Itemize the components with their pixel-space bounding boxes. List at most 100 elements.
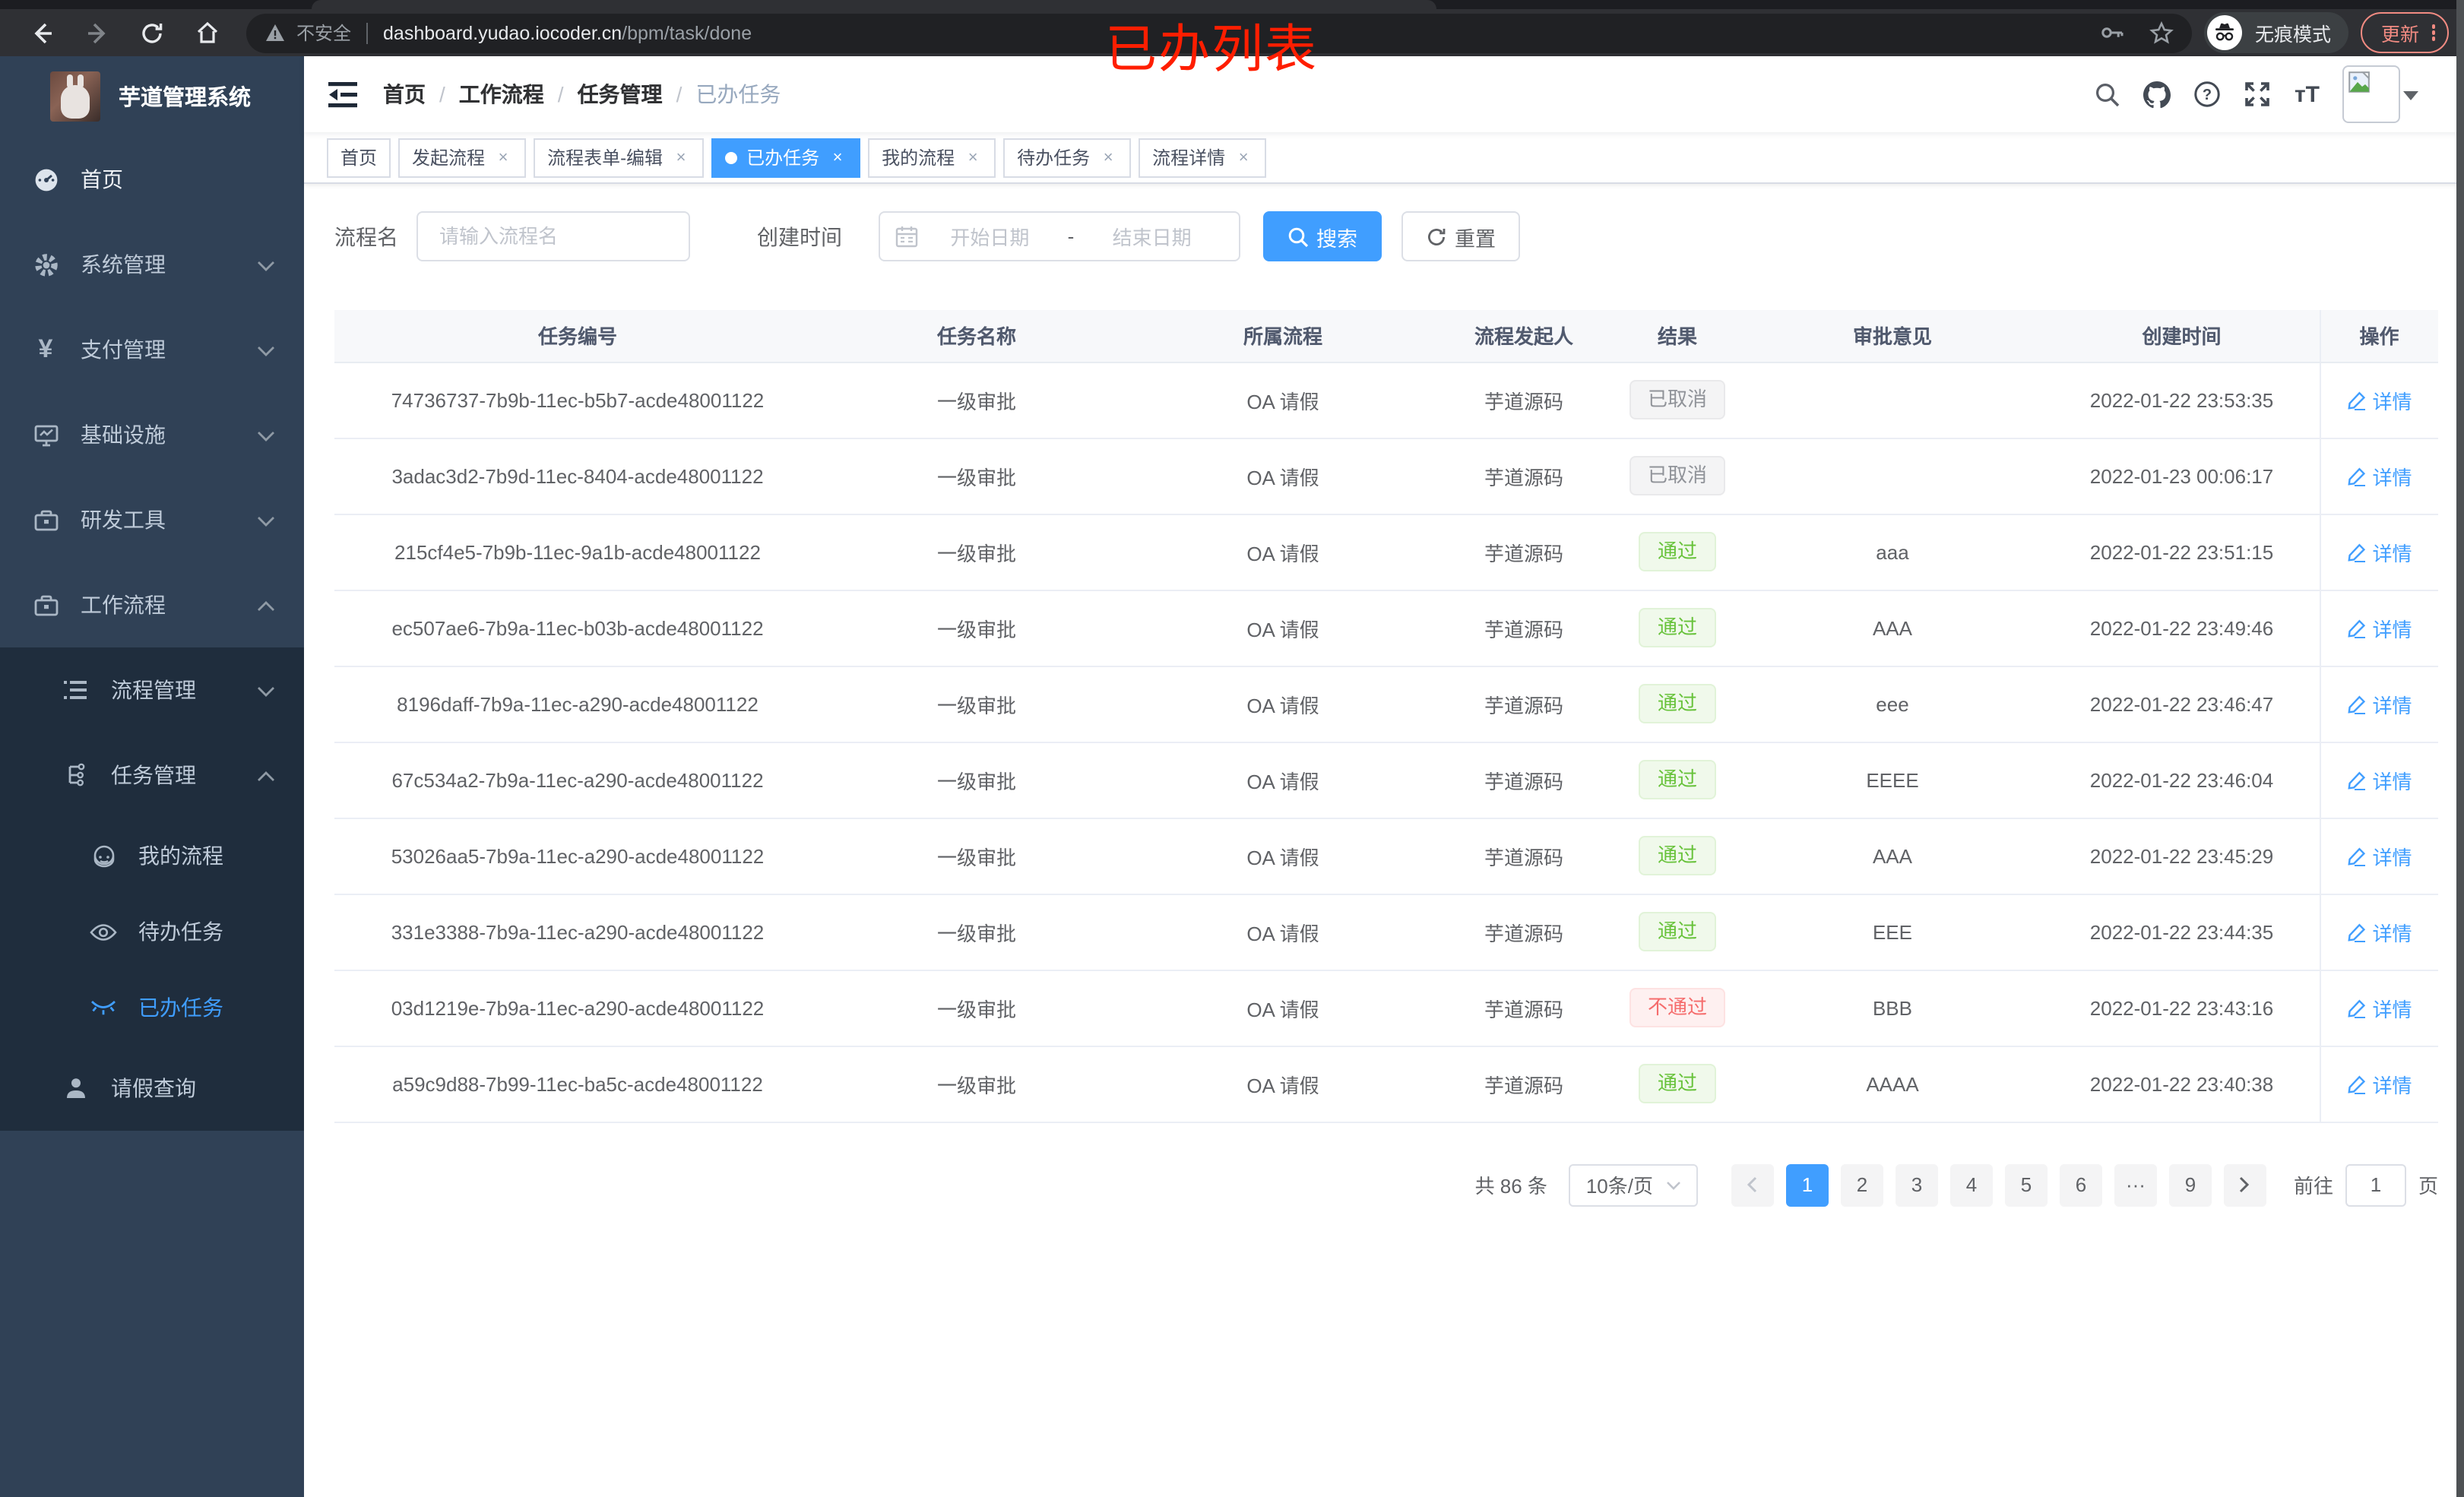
close-icon[interactable]: ×: [494, 148, 512, 166]
sidebar-item-workflow[interactable]: 工作流程: [0, 562, 304, 647]
close-icon[interactable]: ×: [964, 148, 982, 166]
sidebar-item-label: 支付管理: [81, 337, 166, 362]
chevron-up-icon: [257, 593, 275, 617]
detail-link[interactable]: 详情: [2346, 841, 2412, 870]
browser-menu-icon[interactable]: [2431, 24, 2435, 41]
end-date-placeholder[interactable]: 结束日期: [1080, 222, 1224, 251]
cell-result: 已取消: [1614, 362, 1740, 438]
cell-comment: BBB: [1740, 970, 2044, 1046]
goto-page-input[interactable]: [2345, 1163, 2406, 1206]
start-date-placeholder[interactable]: 开始日期: [918, 222, 1062, 251]
detail-link[interactable]: 详情: [2346, 917, 2412, 946]
tab-done-tasks[interactable]: 已办任务 ×: [711, 138, 861, 177]
close-icon[interactable]: ×: [1234, 148, 1253, 166]
col-actions: 操作: [2319, 310, 2438, 362]
sidebar-item-dev-tools[interactable]: 研发工具: [0, 477, 304, 562]
process-name-input[interactable]: [439, 225, 667, 248]
font-size-icon[interactable]: тT: [2295, 81, 2320, 108]
update-button[interactable]: 更新: [2361, 12, 2449, 53]
url-divider: [366, 22, 369, 43]
next-page-button[interactable]: [2223, 1163, 2266, 1206]
sidebar-item-home[interactable]: 首页: [0, 137, 304, 222]
home-button[interactable]: [187, 13, 226, 52]
cell-create-time: 2022-01-22 23:46:04: [2044, 742, 2320, 818]
tab-start-process[interactable]: 发起流程 ×: [398, 138, 527, 177]
page-button-4[interactable]: 4: [1949, 1163, 1993, 1206]
edit-pencil-icon: [2347, 619, 2365, 638]
sidebar-item-done-tasks[interactable]: 已办任务: [0, 970, 304, 1046]
forward-button[interactable]: [78, 13, 117, 52]
prev-page-button[interactable]: [1731, 1163, 1774, 1206]
tab-todo-tasks[interactable]: 待办任务 ×: [1003, 138, 1132, 177]
help-icon[interactable]: ?: [2194, 81, 2222, 108]
sidebar-item-infrastructure[interactable]: 基础设施: [0, 392, 304, 477]
detail-link[interactable]: 详情: [2346, 689, 2412, 718]
breadcrumb-workflow[interactable]: 工作流程: [459, 79, 544, 109]
cell-starter: 芋道源码: [1433, 362, 1614, 438]
search-icon[interactable]: [2094, 81, 2121, 108]
result-badge: 通过: [1639, 760, 1715, 799]
cell-comment: AAA: [1740, 818, 2044, 894]
tab-form-edit[interactable]: 流程表单-编辑 ×: [534, 138, 705, 177]
detail-link[interactable]: 详情: [2346, 613, 2412, 642]
cell-process: OA 请假: [1132, 362, 1433, 438]
breadcrumb-home[interactable]: 首页: [383, 79, 426, 109]
detail-link[interactable]: 详情: [2346, 385, 2412, 414]
fullscreen-icon[interactable]: [2244, 81, 2272, 108]
detail-link[interactable]: 详情: [2346, 765, 2412, 794]
page-ellipsis[interactable]: ···: [2114, 1163, 2157, 1206]
annotation-done-list: 已办列表: [1105, 21, 1318, 79]
page-button-3[interactable]: 3: [1895, 1163, 1938, 1206]
page-button-2[interactable]: 2: [1840, 1163, 1883, 1206]
eye-open-icon: [90, 922, 117, 942]
reset-button[interactable]: 重置: [1401, 211, 1520, 261]
cell-actions: 详情: [2319, 970, 2438, 1046]
detail-link[interactable]: 详情: [2346, 461, 2412, 490]
edit-pencil-icon: [2347, 999, 2365, 1018]
detail-link[interactable]: 详情: [2346, 993, 2412, 1022]
main-area: 首页 / 工作流程 / 任务管理 / 已办任务 ? тT 首页 发起流程 × 流…: [304, 56, 2464, 1497]
sidebar-item-todo-tasks[interactable]: 待办任务: [0, 894, 304, 970]
page-button-6[interactable]: 6: [2059, 1163, 2102, 1206]
cell-actions: 详情: [2319, 742, 2438, 818]
page-size-select[interactable]: 10条/页: [1568, 1163, 1698, 1206]
sidebar-item-system[interactable]: 系统管理: [0, 222, 304, 307]
github-icon[interactable]: [2143, 81, 2171, 108]
sidebar-item-task-mgmt[interactable]: 任务管理: [0, 733, 304, 818]
pagination: 共 86 条 10条/页 1 2 3 4 5 6 ··· 9 前往 1 页: [334, 1163, 2438, 1206]
tab-my-process[interactable]: 我的流程 ×: [868, 138, 996, 177]
tab-process-detail[interactable]: 流程详情 ×: [1139, 138, 1267, 177]
page-button-9[interactable]: 9: [2168, 1163, 2212, 1206]
page-button-5[interactable]: 5: [2004, 1163, 2048, 1206]
edit-pencil-icon: [2347, 543, 2365, 562]
sidebar-item-process-mgmt[interactable]: 流程管理: [0, 647, 304, 733]
sidebar-item-label: 我的流程: [138, 843, 223, 868]
bookmark-star-icon[interactable]: [2150, 21, 2174, 45]
tab-home[interactable]: 首页: [327, 138, 391, 177]
avatar-caret-icon[interactable]: [2403, 81, 2418, 108]
password-key-icon[interactable]: [2100, 20, 2126, 46]
sidebar-item-my-process[interactable]: 我的流程: [0, 818, 304, 894]
close-icon[interactable]: ×: [828, 148, 847, 166]
cell-task-id: 74736737-7b9b-11ec-b5b7-acde48001122: [334, 362, 821, 438]
cell-result: 已取消: [1614, 438, 1740, 514]
sidebar-item-payment[interactable]: ¥ 支付管理: [0, 307, 304, 392]
avatar[interactable]: [2342, 65, 2400, 123]
back-button[interactable]: [23, 13, 62, 52]
detail-link[interactable]: 详情: [2346, 1069, 2412, 1098]
cell-process: OA 请假: [1132, 818, 1433, 894]
search-button[interactable]: 搜索: [1263, 211, 1382, 261]
sidebar-item-leave-query[interactable]: 请假查询: [0, 1046, 304, 1131]
page-button-1[interactable]: 1: [1785, 1163, 1829, 1206]
window-scrollbar[interactable]: [2456, 0, 2464, 1497]
reload-button[interactable]: [132, 13, 172, 52]
result-badge: 通过: [1639, 912, 1715, 951]
detail-link[interactable]: 详情: [2346, 537, 2412, 566]
sidebar-toggle-icon[interactable]: [328, 79, 359, 109]
close-icon[interactable]: ×: [1099, 148, 1117, 166]
close-icon[interactable]: ×: [672, 148, 690, 166]
security-label: 不安全: [296, 23, 352, 44]
cell-process: OA 请假: [1132, 514, 1433, 590]
breadcrumb-task-mgmt[interactable]: 任务管理: [578, 79, 663, 109]
date-range-picker[interactable]: 开始日期 - 结束日期: [879, 211, 1240, 261]
